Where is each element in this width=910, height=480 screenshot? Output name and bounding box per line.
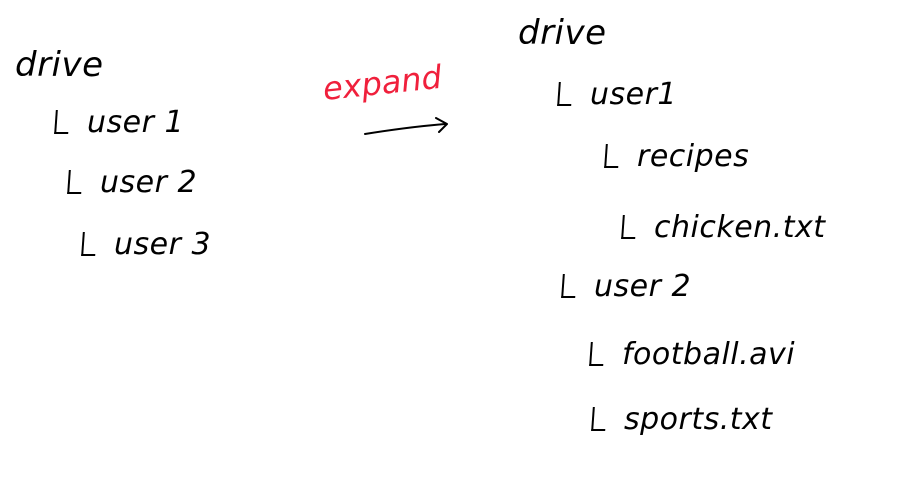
right-tree-chicken: chicken.txt (621, 210, 826, 245)
right-user-1-label: user1 (590, 77, 678, 112)
left-tree-user-3: user 3 (81, 227, 212, 262)
tree-elbow (561, 274, 577, 298)
right-sports-label: sports.txt (624, 402, 773, 437)
right-tree-user-2: user 2 (561, 269, 692, 304)
right-root-label: drive (518, 13, 607, 53)
expand-label: expand (321, 57, 444, 108)
left-root-label: drive (15, 45, 104, 85)
left-user-1-label: user 1 (87, 105, 185, 140)
tree-elbow (621, 215, 637, 239)
right-user-2-label: user 2 (594, 269, 692, 304)
left-user-2-label: user 2 (100, 165, 198, 200)
right-recipes-label: recipes (637, 139, 750, 174)
right-tree-sports: sports.txt (591, 402, 773, 437)
diagram-canvas: drive user 1 user 2 user 3 expand drive … (0, 0, 910, 480)
tree-elbow (67, 170, 83, 194)
left-tree-user-1: user 1 (54, 105, 185, 140)
right-football-label: football.avi (622, 337, 796, 372)
left-tree-root: drive (15, 48, 104, 82)
left-tree-user-2: user 2 (67, 165, 198, 200)
tree-elbow (557, 82, 573, 106)
tree-elbow (604, 144, 620, 168)
right-tree-recipes: recipes (604, 139, 750, 174)
right-chicken-label: chicken.txt (654, 210, 826, 245)
right-tree-user-1: user1 (557, 77, 678, 112)
expand-arrow-icon (364, 117, 448, 135)
right-tree-football: football.avi (589, 337, 796, 372)
tree-elbow (591, 407, 607, 431)
right-tree-root: drive (518, 16, 607, 50)
left-user-3-label: user 3 (114, 227, 212, 262)
tree-elbow (589, 342, 605, 366)
tree-elbow (54, 110, 70, 134)
tree-elbow (81, 232, 97, 256)
